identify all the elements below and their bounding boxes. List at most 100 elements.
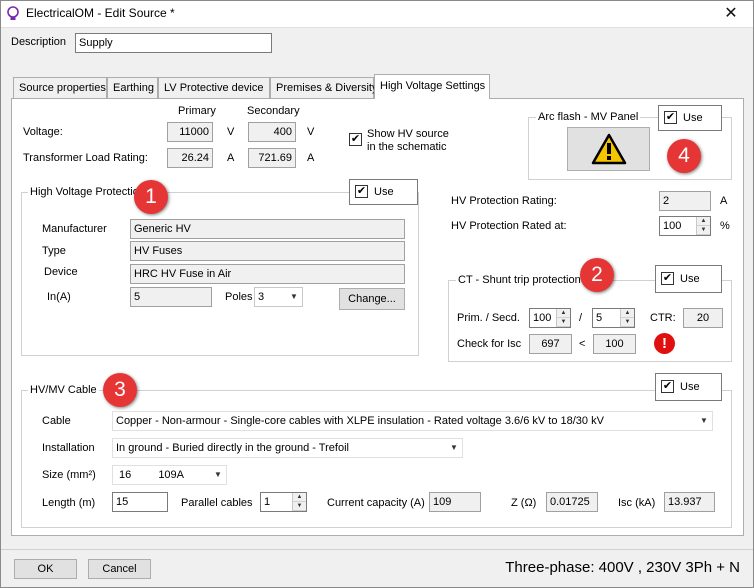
cable-use-checkbox[interactable]: ✔ (661, 380, 674, 393)
arc-flash-button[interactable] (567, 127, 650, 171)
transformer-load-rating-label: Transformer Load Rating: (23, 152, 148, 164)
ct-primary-value: 100 (533, 312, 552, 324)
tab-earthing[interactable]: Earthing (107, 77, 158, 98)
type-label: Type (42, 245, 66, 257)
size-select[interactable]: 16 109A (112, 465, 227, 485)
hv-protection-rated-at-unit: % (720, 220, 730, 232)
chevron-down-icon[interactable]: ▼ (697, 412, 711, 430)
ct-primary-spinner[interactable]: ▲ ▼ (556, 309, 570, 327)
size-label: Size (mm²) (42, 469, 96, 481)
z-field: 0.01725 (546, 492, 598, 512)
error-icon: ! (654, 333, 675, 354)
hv-protection-rating-field: 2 (659, 191, 711, 211)
isc-field: 13.937 (664, 492, 715, 512)
tab-lv-protective-device[interactable]: LV Protective device (158, 77, 270, 98)
tab-source-properties[interactable]: Source properties (13, 77, 107, 98)
tab-premises-diversity[interactable]: Premises & Diversity (270, 77, 377, 98)
ct-secondary-spinner[interactable]: ▲ ▼ (620, 309, 634, 327)
ctr-label: CTR: (650, 312, 676, 324)
hv-protection-label: High Voltage Protection (28, 186, 147, 198)
installation-value: In ground - Buried directly in the groun… (116, 442, 349, 454)
chevron-down-icon[interactable]: ▼ (447, 439, 461, 457)
close-icon[interactable]: ✕ (708, 0, 754, 28)
parallel-cables-spinner[interactable]: ▲ ▼ (292, 493, 306, 511)
voltage-secondary-field: 400 (248, 122, 296, 142)
arc-flash-use-label: Use (683, 112, 703, 124)
show-hv-source-label-1: Show HV source (367, 128, 449, 140)
callout-badge-1: 1 (134, 180, 168, 214)
length-input[interactable]: 15 (112, 492, 168, 512)
device-label: Device (44, 266, 78, 278)
ct-isc-field: 697 (529, 334, 572, 354)
ctr-field: 20 (683, 308, 723, 328)
voltage-label: Voltage: (23, 126, 63, 138)
rated-at-value: 100 (663, 220, 682, 232)
current-capacity-field: 109 (429, 492, 481, 512)
chevron-down-icon[interactable]: ▼ (211, 466, 225, 484)
title-bar[interactable]: ElectricalOM - Edit Source * ✕ (0, 0, 754, 28)
tab-high-voltage-settings[interactable]: High Voltage Settings (374, 74, 490, 99)
cable-value: Copper - Non-armour - Single-core cables… (116, 415, 604, 427)
cable-label: Cable (42, 415, 71, 427)
z-label: Z (Ω) (511, 497, 537, 509)
hv-protection-use-checkbox[interactable]: ✔ (355, 185, 368, 198)
installation-select[interactable]: In ground - Buried directly in the groun… (112, 438, 463, 458)
hv-protection-rated-at-label: HV Protection Rated at: (451, 220, 567, 232)
current-capacity-label: Current capacity (A) (327, 497, 425, 509)
in-label: In(A) (47, 291, 71, 303)
warning-icon (591, 133, 626, 165)
cable-group-label: HV/MV Cable (28, 384, 99, 396)
ct-secondary-value: 5 (596, 312, 603, 324)
show-hv-source-label-2: in the schematic (367, 141, 447, 153)
ct-isc-limit-field: 100 (593, 334, 636, 354)
description-label: Description (11, 36, 67, 48)
size-value: 16 (119, 469, 132, 481)
window-title: ElectricalOM - Edit Source * (26, 6, 175, 20)
manufacturer-field: Generic HV (130, 219, 405, 239)
poles-value: 3 (258, 291, 265, 303)
ok-button[interactable]: OK (14, 559, 77, 579)
installation-label: Installation (42, 442, 95, 454)
voltage-primary-field: 11000 (167, 122, 213, 142)
in-field: 5 (130, 287, 212, 307)
callout-badge-3: 3 (103, 373, 137, 407)
voltage-primary-unit: V (227, 126, 235, 138)
prim-secd-label: Prim. / Secd. (457, 312, 520, 324)
voltage-secondary-unit: V (307, 126, 315, 138)
tlr-secondary-field: 721.69 (248, 148, 296, 168)
size-rating: 109A (158, 469, 185, 481)
callout-badge-2: 2 (580, 258, 614, 292)
rated-at-spinner[interactable]: ▲ ▼ (696, 217, 710, 235)
device-field: HRC HV Fuse in Air (130, 264, 405, 284)
parallel-cables-label: Parallel cables (181, 497, 253, 509)
hv-protection-rating-label: HV Protection Rating: (451, 195, 557, 207)
type-field: HV Fuses (130, 241, 405, 261)
cable-select[interactable]: Copper - Non-armour - Single-core cables… (112, 411, 713, 431)
parallel-cables-value: 1 (264, 496, 271, 508)
length-label: Length (m) (42, 497, 96, 509)
isc-label: Isc (kA) (618, 497, 656, 509)
tlr-primary-field: 26.24 (167, 148, 213, 168)
manufacturer-label: Manufacturer (42, 223, 107, 235)
cable-use-label: Use (680, 381, 700, 393)
ct-use-label: Use (680, 273, 700, 285)
ct-label: CT - Shunt trip protection (456, 274, 583, 286)
ct-use-checkbox[interactable]: ✔ (661, 272, 674, 285)
cancel-button[interactable]: Cancel (88, 559, 151, 579)
poles-label: Poles (225, 291, 253, 303)
secondary-header: Secondary (247, 105, 300, 117)
tlr-primary-unit: A (227, 152, 235, 164)
chevron-down-icon[interactable]: ▼ (287, 288, 301, 306)
change-button[interactable]: Change... (339, 288, 405, 310)
primary-header: Primary (178, 105, 216, 117)
check-isc-label: Check for Isc (457, 338, 522, 350)
arc-flash-use-checkbox[interactable]: ✔ (664, 111, 677, 124)
show-hv-source-checkbox[interactable]: ✔ (349, 133, 362, 146)
callout-badge-4: 4 (667, 139, 701, 173)
tlr-secondary-unit: A (307, 152, 315, 164)
description-input[interactable]: Supply (75, 33, 272, 53)
hv-protection-rating-unit: A (720, 195, 728, 207)
status-text: Three-phase: 400V , 230V 3Ph + N (505, 559, 740, 576)
lightbulb-icon (7, 6, 19, 20)
slash-text: / (579, 312, 583, 324)
